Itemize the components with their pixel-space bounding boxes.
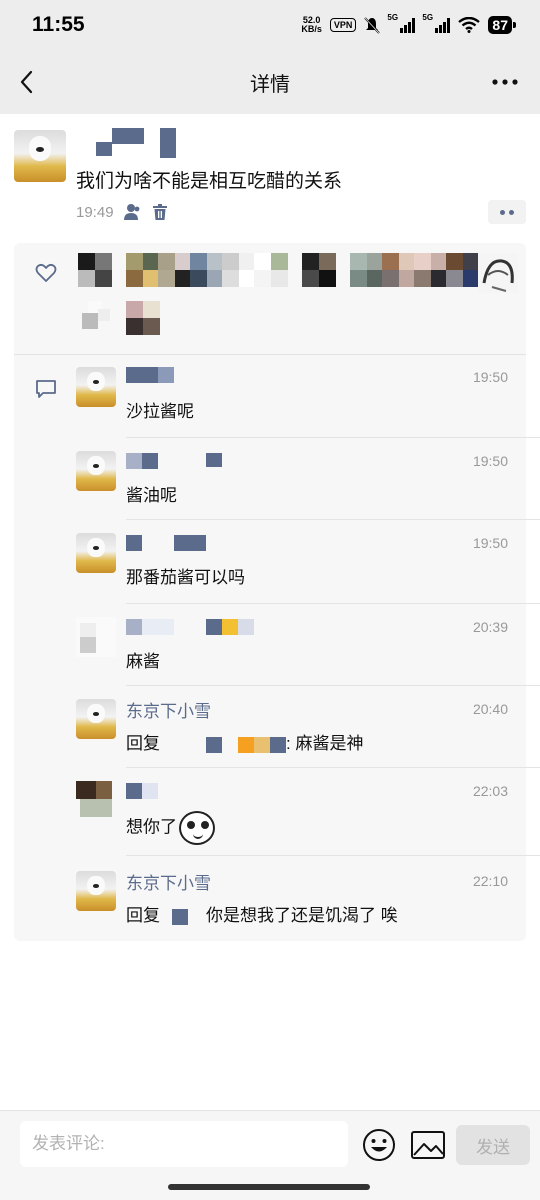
battery-indicator: 87	[488, 16, 516, 34]
reply-target-blurred[interactable]	[172, 908, 188, 925]
mute-icon	[364, 17, 381, 34]
reply-target-blurred[interactable]	[206, 736, 222, 753]
liker-avatar[interactable]	[478, 253, 518, 293]
page-title: 详情	[250, 73, 290, 96]
comment-text: 那番茄酱可以吗	[126, 568, 245, 587]
comment-text: 麻酱	[126, 652, 160, 671]
chevron-left-icon[interactable]	[14, 68, 42, 96]
avatar[interactable]	[76, 781, 116, 821]
comment-text: 回复 你是想我了还是饥渴了 唉	[126, 901, 398, 926]
comment-time: 22:03	[472, 783, 508, 799]
divider	[126, 685, 540, 686]
divider	[126, 519, 540, 520]
status-icons: 52.0 KB/s VPN 5G 5G 87	[301, 13, 516, 34]
avatar[interactable]	[14, 130, 66, 182]
status-time: 11:55	[32, 13, 85, 36]
comment-text-content: 想你了	[126, 817, 177, 837]
post-actions-button[interactable]	[488, 200, 526, 224]
likes-section	[14, 243, 526, 355]
signal-5g-2-icon: 5G	[422, 13, 451, 33]
comment-text: 酱油呢	[126, 486, 177, 505]
avatar[interactable]	[76, 871, 116, 911]
wifi-icon	[458, 17, 481, 33]
comment-text: 沙拉酱呢	[126, 402, 194, 421]
avatar[interactable]	[76, 533, 116, 573]
reply-text: 你是想我了还是饥渴了 唉	[206, 906, 398, 925]
signal-5g-1-icon: 5G	[387, 13, 416, 33]
send-button[interactable]: 发送	[456, 1125, 530, 1165]
comment-bubble-icon	[36, 380, 56, 398]
trash-icon[interactable]	[150, 202, 170, 222]
panda-sticker-icon	[179, 811, 215, 845]
liker-avatar[interactable]	[126, 253, 160, 287]
comment-item[interactable]: 东京下小雪 22:10 回复 你是想我了还是饥渴了 唉	[76, 871, 508, 941]
reply-prefix: 回复	[126, 906, 160, 925]
reply-prefix: 回复	[126, 734, 160, 753]
comment-text: 想你了	[126, 811, 215, 845]
comment-item[interactable]: 19:50 酱油呢	[76, 451, 508, 521]
sim2-label: 5G	[422, 13, 434, 22]
comment-time: 20:39	[472, 619, 508, 635]
post-time: 19:49	[76, 203, 114, 221]
liker-avatar[interactable]	[446, 253, 480, 287]
sim1-label: 5G	[387, 13, 399, 22]
liker-avatar[interactable]	[158, 253, 192, 287]
interaction-panel: 19:50 沙拉酱呢 19:50 酱油呢 19:50 那番茄酱可以吗 20:39…	[14, 243, 540, 941]
comment-item[interactable]: 19:50 那番茄酱可以吗	[76, 533, 508, 603]
liker-avatar[interactable]	[414, 253, 448, 287]
divider	[126, 855, 540, 856]
vpn-badge: VPN	[329, 18, 357, 32]
comment-text: 回复 : 麻酱是神	[126, 729, 363, 754]
divider	[126, 603, 540, 604]
liker-avatar[interactable]	[190, 253, 224, 287]
comment-item[interactable]: 19:50 沙拉酱呢	[76, 367, 508, 437]
reply-target-blurred[interactable]	[238, 736, 254, 753]
liker-avatar[interactable]	[78, 253, 112, 287]
image-icon[interactable]	[410, 1129, 446, 1161]
status-bar: 11:55 52.0 KB/s VPN 5G 5G 87	[0, 0, 540, 50]
liker-avatar[interactable]	[350, 253, 384, 287]
more-horizontal-icon[interactable]	[490, 72, 520, 92]
network-speed-unit: KB/s	[301, 24, 322, 34]
reply-text: : 麻酱是神	[286, 734, 364, 753]
reply-target-blurred[interactable]	[270, 736, 286, 753]
liker-avatar[interactable]	[126, 301, 160, 335]
post-text: 我们为啥不能是相互吃醋的关系	[76, 171, 343, 192]
comment-time: 19:50	[472, 453, 508, 469]
divider	[126, 767, 540, 768]
post-author-name-blurred[interactable]	[94, 128, 194, 158]
comment-time: 19:50	[472, 369, 508, 385]
liker-avatar[interactable]	[222, 253, 256, 287]
divider	[126, 437, 540, 438]
dot-icon	[500, 209, 505, 215]
smiley-icon[interactable]	[362, 1128, 396, 1162]
liker-avatar[interactable]	[254, 253, 288, 287]
person-icon[interactable]	[122, 202, 142, 222]
post-meta: 19:49	[76, 202, 170, 222]
network-speed: 52.0 KB/s	[301, 16, 322, 34]
liker-avatar[interactable]	[78, 301, 118, 335]
dot-icon	[509, 209, 514, 215]
nav-bar: 详情	[0, 50, 540, 114]
comment-time: 20:40	[472, 701, 508, 717]
liker-avatar[interactable]	[302, 253, 336, 287]
avatar[interactable]	[76, 617, 116, 657]
commenter-name[interactable]: 东京下小雪	[126, 869, 211, 894]
heart-icon	[35, 263, 57, 282]
avatar[interactable]	[76, 699, 116, 739]
comment-item[interactable]: 20:39 麻酱	[76, 617, 508, 687]
avatar[interactable]	[76, 451, 116, 491]
home-indicator[interactable]	[168, 1184, 370, 1190]
reply-target-blurred[interactable]	[254, 736, 270, 753]
comment-time: 19:50	[472, 535, 508, 551]
comment-time: 22:10	[472, 873, 508, 889]
comment-input[interactable]	[20, 1121, 348, 1167]
comment-item[interactable]: 东京下小雪 20:40 回复 : 麻酱是神	[76, 699, 508, 769]
liker-avatar[interactable]	[382, 253, 416, 287]
anime-avatar-icon	[478, 253, 518, 293]
commenter-name[interactable]: 东京下小雪	[126, 697, 211, 722]
avatar[interactable]	[76, 367, 116, 407]
